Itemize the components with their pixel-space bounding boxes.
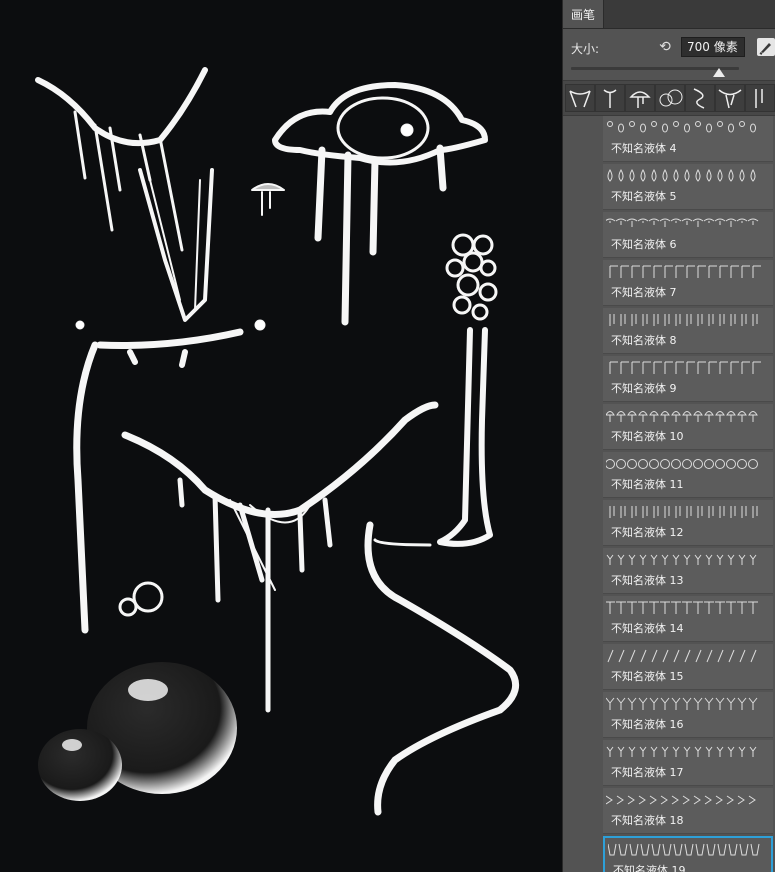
brush-stroke-preview: [606, 119, 766, 137]
bubbles-icon[interactable]: [655, 84, 685, 112]
drip-thin-icon[interactable]: [595, 84, 625, 112]
brush-preset-item[interactable]: 不知名液体 9: [603, 356, 773, 402]
brush-preset-name: 不知名液体 7: [611, 286, 677, 299]
brush-preset-name: 不知名液体 9: [611, 382, 677, 395]
brush-preset-name: 不知名液体 10: [611, 430, 684, 443]
brush-preset-item[interactable]: 不知名液体 12: [603, 500, 773, 546]
brush-stroke-preview: [606, 407, 766, 425]
brush-preset-name: 不知名液体 17: [611, 766, 684, 779]
brush-preset-item[interactable]: 不知名液体 17: [603, 740, 773, 786]
brush-stroke-preview: [606, 743, 766, 761]
brush-preset-item[interactable]: 不知名液体 16: [603, 692, 773, 738]
brush-preset-name: 不知名液体 6: [611, 238, 677, 251]
brush-preset-name: 不知名液体 14: [611, 622, 684, 635]
brush-settings-icon[interactable]: [757, 38, 775, 56]
brush-stroke-preview: [606, 647, 766, 665]
size-label: 大小:: [571, 42, 600, 56]
brush-preset-name: 不知名液体 16: [611, 718, 684, 731]
brush-preset-name: 不知名液体 5: [611, 190, 677, 203]
brush-preset-item[interactable]: 不知名液体 7: [603, 260, 773, 306]
size-slider-thumb[interactable]: [712, 68, 725, 77]
brush-preset-name: 不知名液体 12: [611, 526, 684, 539]
size-input[interactable]: 700 像素: [681, 37, 745, 57]
brush-preset-name: 不知名液体 11: [611, 478, 684, 491]
reset-icon[interactable]: ⟲: [657, 39, 673, 55]
brush-preset-item[interactable]: 不知名液体 13: [603, 548, 773, 594]
mushroom-drip-icon[interactable]: [625, 84, 655, 112]
document-canvas[interactable]: [0, 0, 562, 872]
brush-preset-item[interactable]: 不知名液体 8: [603, 308, 773, 354]
brush-stroke-preview: [606, 455, 766, 473]
ribbon-icon[interactable]: [685, 84, 715, 112]
brush-preset-name: 不知名液体 19: [613, 864, 686, 872]
brush-stroke-preview: [606, 311, 766, 329]
brush-preset-item[interactable]: 不知名液体 15: [603, 644, 773, 690]
brush-size-row: 大小: ⟲ 700 像素: [563, 36, 775, 60]
liquid-artwork: [35, 67, 520, 816]
brush-preset-name: 不知名液体 15: [611, 670, 684, 683]
brush-stroke-preview: [606, 551, 766, 569]
brush-preset-item[interactable]: 不知名液体 18: [603, 788, 773, 834]
brush-stroke-preview: [606, 791, 766, 809]
brush-preset-item[interactable]: 不知名液体 19: [603, 836, 773, 872]
brush-preset-name: 不知名液体 8: [611, 334, 677, 347]
brush-stroke-preview: [606, 263, 766, 281]
brush-preset-name: 不知名液体 18: [611, 814, 684, 827]
brush-stroke-preview: [606, 599, 766, 617]
drip-tall-icon[interactable]: [745, 84, 775, 112]
brush-preset-name: 不知名液体 13: [611, 574, 684, 587]
brush-preset-item[interactable]: 不知名液体 5: [603, 164, 773, 210]
brush-stroke-preview: [606, 695, 766, 713]
recent-brushes-strip: [563, 80, 775, 116]
brush-stroke-preview: [606, 167, 766, 185]
brushes-panel: 画笔 大小: ⟲ 700 像素 不知名液体 4 不知名液体 5 不知名液体 6 不知名…: [562, 0, 775, 872]
brush-stroke-preview: [606, 215, 766, 233]
tab-brushes[interactable]: 画笔: [563, 0, 604, 28]
brush-preset-item[interactable]: 不知名液体 6: [603, 212, 773, 258]
splash-v-icon[interactable]: [715, 84, 745, 112]
brush-preset-list[interactable]: 不知名液体 4 不知名液体 5 不知名液体 6 不知名液体 7 不知名液体 8 不知名液体…: [563, 116, 775, 872]
brush-preset-item[interactable]: 不知名液体 4: [603, 116, 773, 162]
brush-preset-item[interactable]: 不知名液体 10: [603, 404, 773, 450]
brush-stroke-preview: [608, 841, 768, 859]
brush-preset-name: 不知名液体 4: [611, 142, 677, 155]
drip-v-icon[interactable]: [565, 84, 595, 112]
brush-preset-item[interactable]: 不知名液体 14: [603, 596, 773, 642]
brush-stroke-preview: [606, 359, 766, 377]
brush-preset-item[interactable]: 不知名液体 11: [603, 452, 773, 498]
brush-stroke-preview: [606, 503, 766, 521]
panel-tab-bar: 画笔: [563, 0, 775, 29]
